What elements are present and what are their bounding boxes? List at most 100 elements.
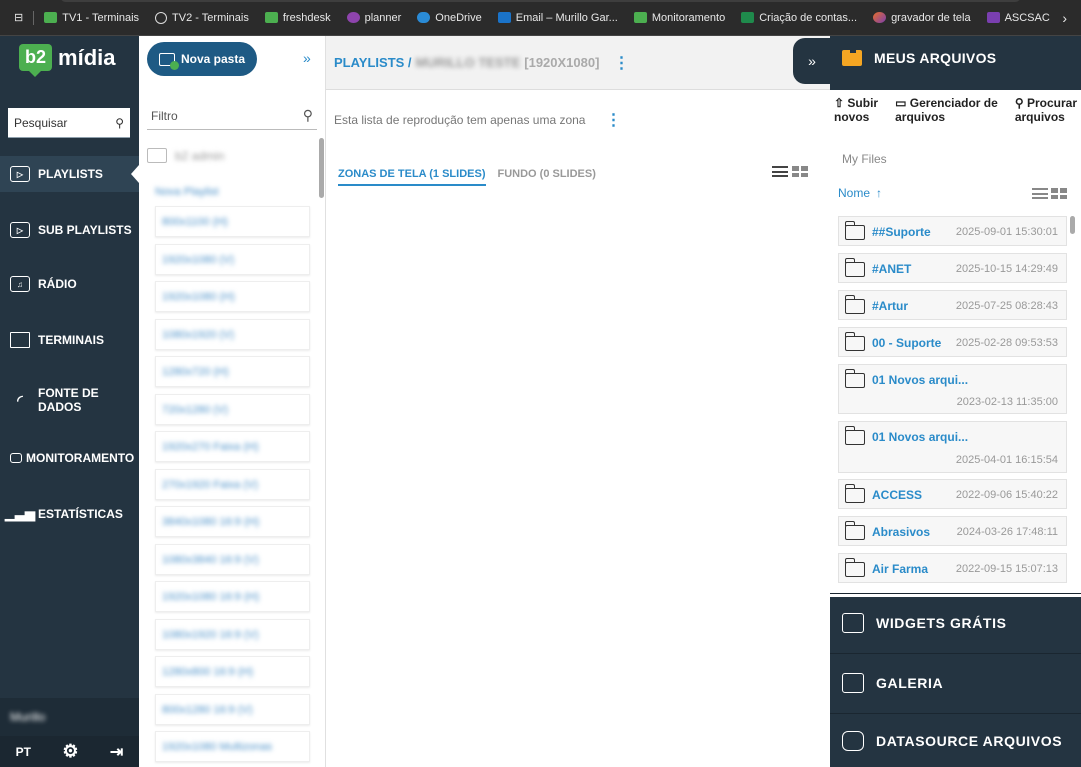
folder-icon	[844, 426, 865, 445]
new-folder-button[interactable]: Nova pasta	[147, 42, 257, 76]
file-row[interactable]: 01 Novos arqui... 2023-02-13 11:35:00	[838, 364, 1067, 414]
file-row[interactable]: Air Farma 2022-09-15 15:07:13	[838, 553, 1067, 583]
nav-footer: PT ⚙ ⇥	[0, 736, 139, 767]
bookmark-tv1[interactable]: TV1 - Terminais	[36, 6, 147, 30]
language-selector[interactable]: PT	[16, 745, 31, 759]
breadcrumb[interactable]: PLAYLISTS /	[334, 55, 412, 70]
my-files-label: My Files	[842, 152, 887, 166]
sort-by-name[interactable]: Nome ↑	[838, 186, 882, 200]
sidebar-item-estatisticas[interactable]: ▁▃▅ ESTATÍSTICAS	[0, 496, 139, 532]
sidebar-item-playlists[interactable]: ▷ PLAYLISTS	[0, 156, 139, 192]
gear-icon[interactable]: ⚙	[62, 741, 78, 762]
bookmark-onedrive[interactable]: OneDrive	[409, 6, 489, 30]
brand-logo[interactable]: b2 mídia	[19, 44, 116, 77]
logout-icon[interactable]: ⇥	[110, 742, 123, 762]
file-row[interactable]: #ANET 2025-10-15 14:29:49	[838, 253, 1067, 283]
list-item[interactable]: 3840x1080 16:9 (H)	[155, 506, 310, 537]
expand-panel-icon[interactable]: »	[793, 38, 831, 84]
sidebar-item-terminais[interactable]: TERMINAIS	[0, 322, 139, 358]
file-row[interactable]: 01 Novos arqui... 2025-04-01 16:15:54	[838, 421, 1067, 473]
stats-icon: ▁▃▅	[5, 506, 35, 521]
tab-fundo[interactable]: FUNDO (0 SLIDES)	[498, 168, 596, 186]
sidebar-item-monitoramento[interactable]: MONITORAMENTO	[0, 440, 139, 476]
list-item[interactable]: 800x1280 16:9 (V)	[155, 694, 310, 725]
bookmark-planner[interactable]: planner	[339, 6, 410, 30]
planner-icon	[346, 12, 360, 23]
file-row[interactable]: #Artur 2025-07-25 08:28:43	[838, 290, 1067, 320]
zone-options-icon[interactable]: ⋮	[605, 110, 621, 130]
bookmark-freshdesk[interactable]: freshdesk	[257, 6, 339, 30]
playlist-name: MURILLO TESTE	[415, 55, 521, 70]
bookmark-gravador[interactable]: gravador de tela	[865, 6, 979, 30]
upload-button[interactable]: ⇧ Subir novos	[834, 96, 878, 140]
folder-sub[interactable]: Nova Playlist	[155, 186, 219, 198]
bookmark-ascsac[interactable]: ASCSAC	[979, 6, 1058, 30]
new-folder-icon	[158, 52, 179, 70]
nav-search-input[interactable]: Pesquisar ⚲	[8, 108, 130, 138]
files-scrollbar[interactable]	[1070, 216, 1075, 234]
image-icon	[842, 672, 864, 693]
filter-input[interactable]: Filtro ⚲	[147, 102, 317, 130]
filter-placeholder: Filtro	[151, 108, 178, 123]
user-menu[interactable]: Murillo	[0, 698, 139, 736]
file-row[interactable]: 00 - Suporte 2025-02-28 09:53:53	[838, 327, 1067, 357]
list-item[interactable]: 1920x1080 Multizonas	[155, 731, 310, 762]
monitor-icon	[10, 332, 30, 348]
file-manager-button[interactable]: ▭ Gerenciador de arquivos	[895, 96, 998, 140]
logo-text: mídia	[58, 44, 116, 70]
b2-icon	[633, 12, 647, 23]
datasource-section[interactable]: DATASOURCE ARQUIVOS	[830, 713, 1081, 767]
sidebar-item-label: ESTATÍSTICAS	[38, 507, 123, 521]
list-item[interactable]: 1080x1920 (V)	[155, 319, 310, 350]
grid-view-icon[interactable]	[1051, 188, 1067, 199]
bookmark-criacao[interactable]: Criação de contas...	[733, 6, 865, 30]
list-view-icon[interactable]	[1032, 188, 1048, 199]
list-item[interactable]: 800x1100 (H)	[155, 206, 310, 237]
list-item[interactable]: 1920x1080 16:9 (H)	[155, 581, 310, 612]
list-item[interactable]: 1920x270 Faixa (H)	[155, 431, 310, 462]
list-item[interactable]: 1920x1080 (V)	[155, 244, 310, 275]
zone-note: Esta lista de reprodução tem apenas uma …	[334, 110, 622, 130]
widgets-section[interactable]: WIDGETS GRÁTIS	[830, 593, 1081, 651]
gallery-section[interactable]: GALERIA	[830, 653, 1081, 711]
sub-playlist-icon: ▷	[10, 222, 30, 238]
sidebar-item-sub-playlists[interactable]: ▷ SUB PLAYLISTS	[0, 212, 139, 248]
list-view-icon[interactable]	[772, 166, 788, 177]
folder-root[interactable]: b2 admin	[147, 148, 224, 163]
more-options-icon[interactable]: ⋮	[613, 53, 629, 73]
tab-zonas-de-tela[interactable]: ZONAS DE TELA (1 SLIDES)	[338, 168, 486, 186]
search-icon: ⚲	[302, 107, 313, 123]
list-item[interactable]: 1280x800 16:9 (H)	[155, 656, 310, 687]
list-item[interactable]: 270x1920 Faixa (V)	[155, 469, 310, 500]
bookmark-tv2[interactable]: TV2 - Terminais	[147, 6, 257, 30]
sidebar-item-label: MONITORAMENTO	[26, 451, 135, 465]
file-row[interactable]: Abrasivos 2024-03-26 17:48:11	[838, 516, 1067, 546]
rss-icon: ◜	[17, 391, 23, 408]
search-files-button[interactable]: ⚲ Procurar arquivos	[1015, 96, 1077, 140]
user-name: Murillo	[10, 710, 46, 724]
database-icon	[842, 730, 864, 751]
sidebar-item-fonte-de-dados[interactable]: ◜ FONTE DE DADOS	[0, 378, 139, 422]
collapse-chevron-icon[interactable]: »	[303, 50, 311, 66]
file-row[interactable]: ##Suporte 2025-09-01 15:30:01	[838, 216, 1067, 246]
folder-icon	[844, 558, 865, 577]
bookmark-monitoramento[interactable]: Monitoramento	[626, 6, 733, 30]
list-item[interactable]: 1080x3840 16:9 (V)	[155, 544, 310, 575]
list-item[interactable]: 1920x1080 (H)	[155, 281, 310, 312]
folder-icon	[844, 521, 865, 540]
grid-view-icon[interactable]	[792, 166, 808, 177]
list-item[interactable]: 720x1280 (V)	[155, 394, 310, 425]
tab-search-icon[interactable]: ⊟	[6, 6, 31, 30]
playlist-tabs: ZONAS DE TELA (1 SLIDES) FUNDO (0 SLIDES…	[338, 168, 596, 186]
bookmark-email[interactable]: Email – Murillo Gar...	[490, 6, 626, 30]
file-row[interactable]: ACCESS 2022-09-06 15:40:22	[838, 479, 1067, 509]
search-icon[interactable]: ⚲	[115, 116, 124, 130]
b2-icon	[44, 12, 58, 23]
folder-outline-icon: ▭	[895, 96, 907, 110]
folder-icon	[842, 47, 862, 66]
sidebar-item-radio[interactable]: ♫ RÁDIO	[0, 266, 139, 302]
chevron-right-icon[interactable]: ›	[1062, 10, 1067, 26]
list-item[interactable]: 1280x720 (H)	[155, 356, 310, 387]
list-item[interactable]: 1080x1920 16:9 (V)	[155, 619, 310, 650]
folder-scrollbar[interactable]	[319, 138, 324, 198]
